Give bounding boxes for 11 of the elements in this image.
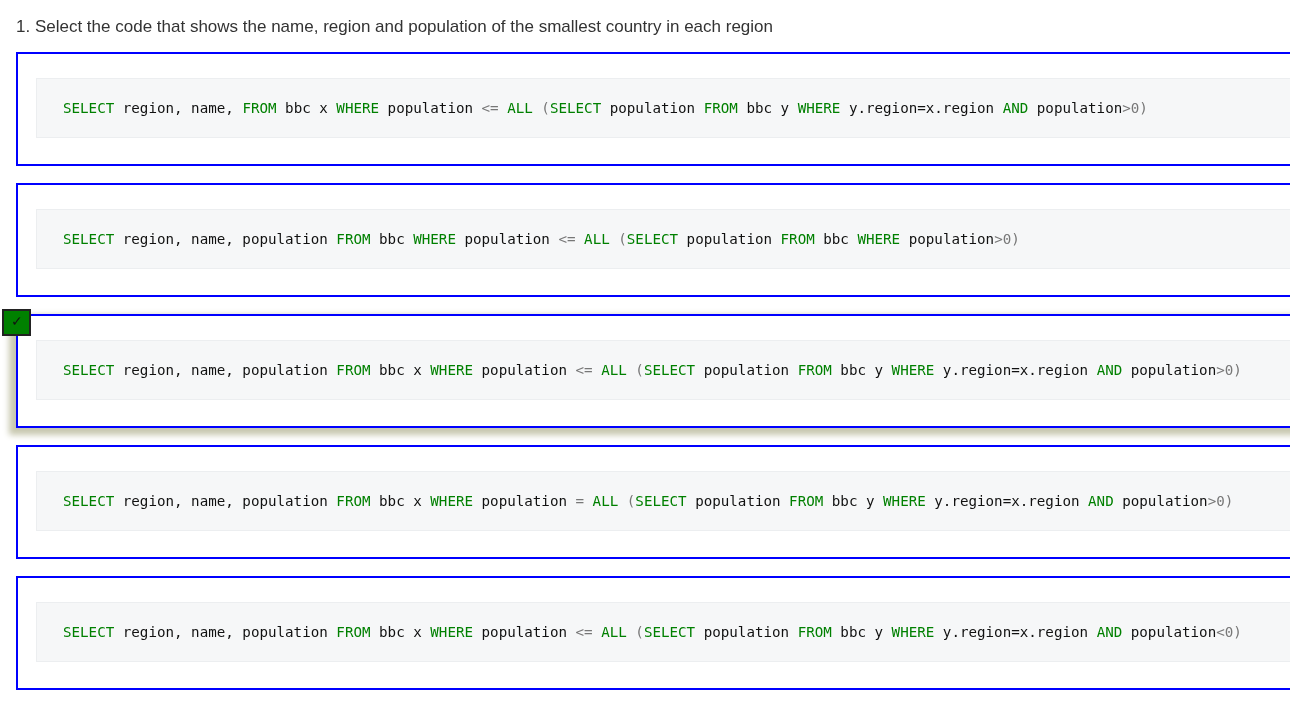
code-block: SELECT region, name, FROM bbc x WHERE population <= ALL (SELECT population FROM bbc y WHERE y.region=x.region AND population>0)	[36, 77, 1290, 138]
question-text: 1. Select the code that shows the name, region and population of the smallest country in each region	[16, 16, 774, 38]
answer-option[interactable]: SELECT region, name, FROM bbc x WHERE population <= ALL (SELECT population FROM bbc y WHERE y.region=x.region AND population>0)	[16, 51, 1290, 166]
code-block: SELECT region, name, population FROM bbc WHERE population <= ALL (SELECT population FROM bbc WHERE population>0)	[36, 208, 1290, 269]
answer-option[interactable]: SELECT region, name, population FROM bbc x WHERE population = ALL (SELECT population FROM bbc y WHERE y.region=x.region AND population>0)	[16, 444, 1290, 559]
answer-option[interactable]: SELECT region, name, population FROM bbc x WHERE population <= ALL (SELECT population FROM bbc y WHERE y.region=x.region AND population<0)	[16, 575, 1290, 690]
code-block: SELECT region, name, population FROM bbc x WHERE population <= ALL (SELECT population FROM bbc y WHERE y.region=x.region AND population<0)	[36, 601, 1290, 662]
check-badge: ✓	[2, 308, 31, 336]
code-block: SELECT region, name, population FROM bbc x WHERE population <= ALL (SELECT population FROM bbc y WHERE y.region=x.region AND population>0)	[36, 339, 1290, 400]
answer-option[interactable]: SELECT region, name, population FROM bbc WHERE population <= ALL (SELECT population FROM bbc WHERE population>0)	[16, 182, 1290, 297]
code-block: SELECT region, name, population FROM bbc x WHERE population = ALL (SELECT population FROM bbc y WHERE y.region=x.region AND population>0)	[36, 470, 1290, 531]
